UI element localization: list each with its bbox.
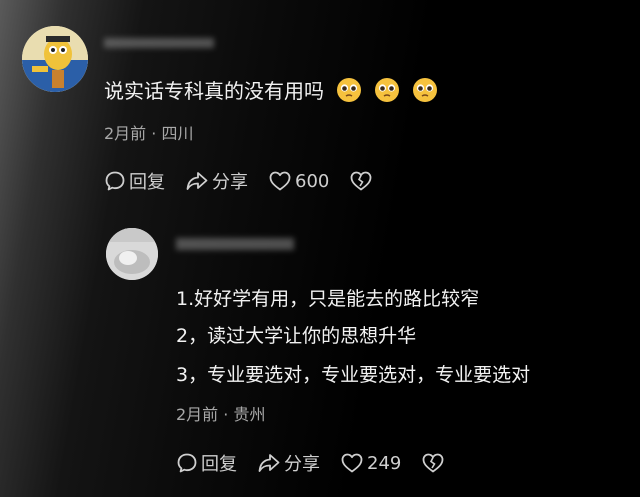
share-button[interactable]: 分享 bbox=[185, 168, 248, 194]
comment-text: 说实话专科真的没有用吗 bbox=[104, 79, 324, 103]
broken-heart-icon bbox=[422, 453, 444, 473]
share-label: 分享 bbox=[284, 454, 320, 475]
like-button[interactable]: 600 bbox=[268, 170, 329, 192]
share-label: 分享 bbox=[212, 172, 248, 193]
comment-actions: 回复 分享 600 bbox=[104, 168, 396, 194]
heart-icon bbox=[269, 171, 291, 191]
like-count: 600 bbox=[295, 170, 330, 192]
reply-meta: 2月前 · 贵州 bbox=[176, 405, 266, 424]
commenter-name-blurred bbox=[104, 38, 214, 48]
commenter-avatar[interactable] bbox=[22, 26, 88, 92]
reply-like-button[interactable]: 249 bbox=[340, 452, 401, 474]
reply-line-3: 3，专业要选对，专业要选对，专业要选对 bbox=[176, 364, 531, 386]
replier-name-blurred bbox=[176, 238, 294, 250]
reply-actions: 回复 分享 249 bbox=[176, 450, 468, 476]
like-count: 249 bbox=[367, 452, 402, 474]
dislike-button[interactable] bbox=[349, 170, 376, 192]
broken-heart-icon bbox=[350, 171, 372, 191]
pleading-face-icon bbox=[374, 77, 400, 103]
reply-label: 回复 bbox=[129, 172, 165, 193]
comment-text-row: 说实话专科真的没有用吗 bbox=[104, 75, 438, 104]
reply-line-2: 2，读过大学让你的思想升华 bbox=[176, 325, 417, 347]
pleading-face-icon bbox=[412, 77, 438, 103]
comment-bubble-icon bbox=[105, 171, 125, 191]
reply-dislike-button[interactable] bbox=[421, 452, 448, 474]
pleading-face-icon bbox=[336, 77, 362, 103]
reply-button[interactable]: 回复 bbox=[104, 168, 165, 194]
heart-icon bbox=[341, 453, 363, 473]
reply-reply-button[interactable]: 回复 bbox=[176, 450, 237, 476]
replier-avatar[interactable] bbox=[106, 228, 158, 280]
share-arrow-icon bbox=[258, 454, 280, 472]
reply-share-button[interactable]: 分享 bbox=[257, 450, 320, 476]
reply-line-1: 1.好好学有用，只是能去的路比较窄 bbox=[176, 288, 480, 310]
comment-bubble-icon bbox=[177, 453, 197, 473]
reply-label: 回复 bbox=[201, 454, 237, 475]
comment-meta: 2月前 · 四川 bbox=[104, 124, 194, 143]
share-arrow-icon bbox=[186, 172, 208, 190]
